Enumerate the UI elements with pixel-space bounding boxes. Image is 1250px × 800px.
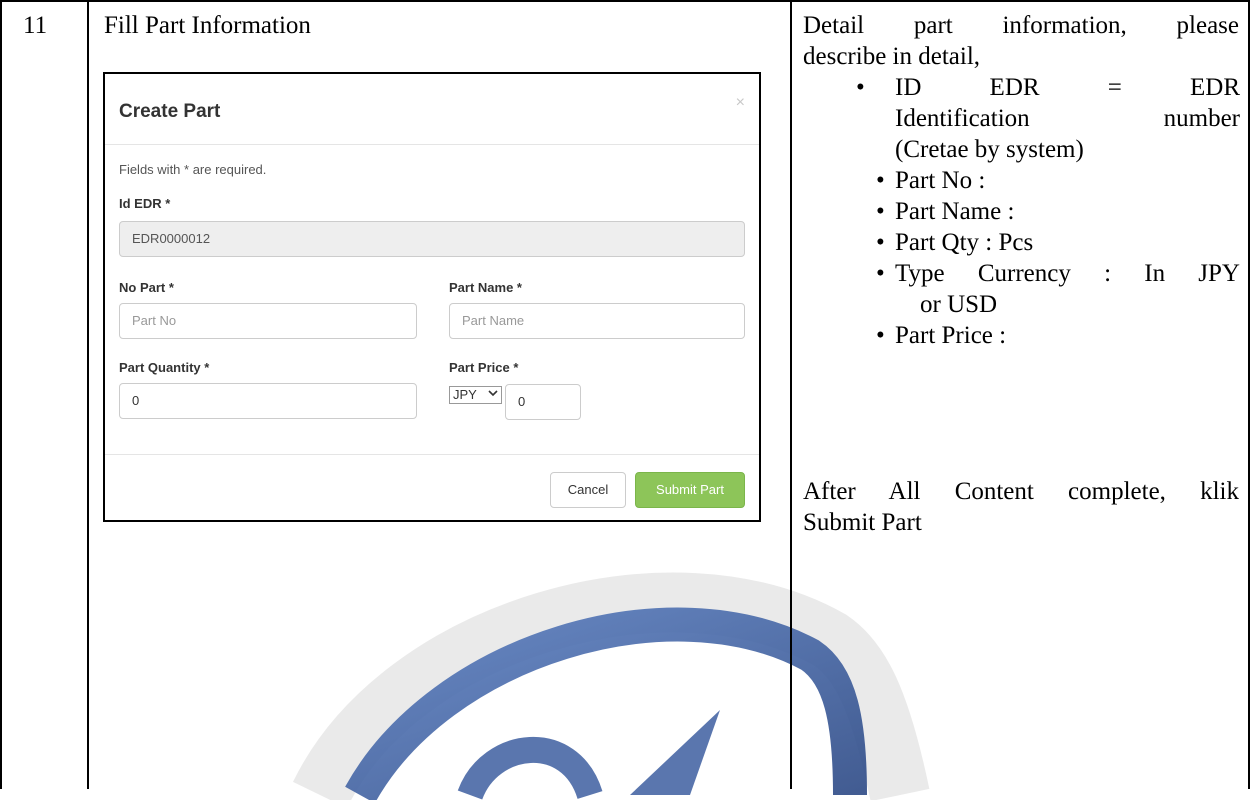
part-price-label: Part Price * [449,360,519,375]
close-icon[interactable]: × [736,94,745,112]
create-part-dialog: Create Part × Fields with * are required… [103,72,761,522]
list-item: • Type Currency : In JPY or USD [876,258,1240,320]
dialog-header: Create Part × [105,74,759,145]
id-edr-label: Id EDR * [119,196,171,211]
bullet-dot-icon: • [876,198,885,225]
part-quantity-label: Part Quantity * [119,360,210,375]
table-top-border [0,0,1250,2]
bullet-dot-icon: • [876,322,885,349]
list-item-text: Part Name : [895,198,1015,225]
bullet-dot-icon: • [856,74,865,101]
list-item-text: Part No : [895,167,986,194]
list-item: • Part Name : [876,196,1014,227]
list-item-line: (Cretae by system) [895,136,1084,163]
after-note: After All Content complete, klik Submit … [803,476,1239,538]
list-item: • Part No : [876,165,985,196]
currency-select[interactable]: JPY [449,386,502,404]
chevron-down-icon [488,387,498,403]
step-title: Fill Part Information [104,12,311,39]
row-number: 11 [23,12,48,39]
after-note-line: After All Content complete, klik [803,478,1239,505]
dialog-footer-divider [105,454,759,455]
intro-line: Detail part information, please [803,12,1239,39]
description-intro: Detail part information, please describe… [803,10,1239,72]
intro-line: describe in detail, [803,43,981,70]
bullet-dot-icon: • [876,229,885,256]
bullet-dot-icon: • [876,260,885,287]
dialog-title: Create Part [119,101,221,122]
part-quantity-input[interactable]: 0 [119,383,417,419]
list-item-text: Part Price : [895,322,1007,349]
list-item-line: Identification number [895,105,1240,132]
table-column-divider [790,0,792,789]
part-name-label: Part Name * [449,280,522,295]
part-name-input[interactable]: Part Name [449,303,745,339]
list-item-line: ID EDR = EDR [895,74,1240,101]
part-price-input[interactable]: 0 [505,384,581,420]
part-no-input[interactable]: Part No [119,303,417,339]
list-item-line: or USD [920,291,998,318]
list-item: • Part Qty : Pcs [876,227,1033,258]
bullet-dot-icon: • [876,167,885,194]
cancel-button[interactable]: Cancel [550,472,626,508]
no-part-label: No Part * [119,280,174,295]
table-column-divider [87,0,89,789]
currency-selected-value: JPY [453,387,477,402]
submit-part-button[interactable]: Submit Part [635,472,745,508]
required-fields-note: Fields with * are required. [119,162,267,177]
list-item: • ID EDR = EDR Identification number (Cr… [856,72,1240,165]
table-left-border [0,0,2,789]
list-item-text: Part Qty : Pcs [895,229,1034,256]
watermark-logo [293,572,930,800]
list-item: • Part Price : [876,320,1006,351]
list-item-line: Type Currency : In JPY [895,260,1240,287]
after-note-line: Submit Part [803,509,922,536]
id-edr-field[interactable]: EDR0000012 [119,221,745,257]
